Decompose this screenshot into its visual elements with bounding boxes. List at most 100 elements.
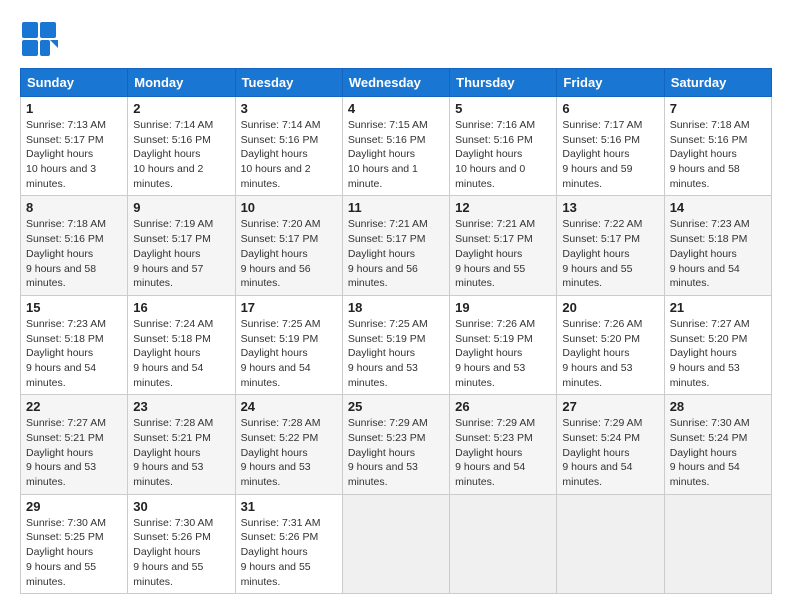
calendar-cell: 10Sunrise: 7:20 AMSunset: 5:17 PMDayligh… (235, 196, 342, 295)
calendar-cell (450, 494, 557, 593)
day-info: Sunrise: 7:17 AMSunset: 5:16 PMDaylight … (562, 118, 658, 191)
day-number: 17 (241, 300, 337, 315)
calendar-cell (664, 494, 771, 593)
calendar-week-row: 8 Sunrise: 7:18 AMSunset: 5:16 PMDaylight… (21, 196, 772, 295)
calendar-cell: 27 Sunrise: 7:29 AMSunset: 5:24 PMDayligh… (557, 395, 664, 494)
logo-icon (20, 20, 58, 58)
calendar-cell: 29Sunrise: 7:30 AMSunset: 5:25 PMDayligh… (21, 494, 128, 593)
day-number: 7 (670, 101, 766, 116)
day-info: Sunrise: 7:26 AMSunset: 5:19 PMDaylight … (455, 317, 551, 390)
calendar-cell: 18Sunrise: 7:25 AMSunset: 5:19 PMDayligh… (342, 295, 449, 394)
day-number: 13 (562, 200, 658, 215)
calendar-cell: 4 Sunrise: 7:15 AMSunset: 5:16 PMDaylight… (342, 97, 449, 196)
day-info: Sunrise: 7:28 AMSunset: 5:22 PMDaylight … (241, 416, 337, 489)
day-number: 2 (133, 101, 229, 116)
calendar-cell: 20 Sunrise: 7:26 AMSunset: 5:20 PMDayligh… (557, 295, 664, 394)
calendar-cell: 7 Sunrise: 7:18 AMSunset: 5:16 PMDaylight… (664, 97, 771, 196)
calendar-header-saturday: Saturday (664, 69, 771, 97)
day-info: Sunrise: 7:15 AMSunset: 5:16 PMDaylight … (348, 118, 444, 191)
calendar-cell: 28 Sunrise: 7:30 AMSunset: 5:24 PMDayligh… (664, 395, 771, 494)
logo (20, 20, 60, 58)
calendar-week-row: 1Sunrise: 7:13 AMSunset: 5:17 PMDaylight… (21, 97, 772, 196)
day-info: Sunrise: 7:18 AMSunset: 5:16 PMDaylight … (670, 118, 766, 191)
day-info: Sunrise: 7:29 AMSunset: 5:23 PMDaylight … (455, 416, 551, 489)
calendar-cell: 26Sunrise: 7:29 AMSunset: 5:23 PMDayligh… (450, 395, 557, 494)
calendar-cell: 23Sunrise: 7:28 AMSunset: 5:21 PMDayligh… (128, 395, 235, 494)
calendar-cell: 30 Sunrise: 7:30 AMSunset: 5:26 PMDayligh… (128, 494, 235, 593)
day-info: Sunrise: 7:14 AMSunset: 5:16 PMDaylight … (241, 118, 337, 191)
calendar-cell: 24Sunrise: 7:28 AMSunset: 5:22 PMDayligh… (235, 395, 342, 494)
calendar-cell: 9 Sunrise: 7:19 AMSunset: 5:17 PMDaylight… (128, 196, 235, 295)
day-number: 30 (133, 499, 229, 514)
day-number: 8 (26, 200, 122, 215)
calendar-cell (557, 494, 664, 593)
calendar-header-monday: Monday (128, 69, 235, 97)
calendar-header-row: SundayMondayTuesdayWednesdayThursdayFrid… (21, 69, 772, 97)
calendar-cell: 15 Sunrise: 7:23 AMSunset: 5:18 PMDayligh… (21, 295, 128, 394)
day-number: 9 (133, 200, 229, 215)
day-info: Sunrise: 7:21 AMSunset: 5:17 PMDaylight … (348, 217, 444, 290)
day-info: Sunrise: 7:22 AMSunset: 5:17 PMDaylight … (562, 217, 658, 290)
calendar-cell: 12Sunrise: 7:21 AMSunset: 5:17 PMDayligh… (450, 196, 557, 295)
day-info: Sunrise: 7:29 AMSunset: 5:23 PMDaylight … (348, 416, 444, 489)
day-info: Sunrise: 7:23 AMSunset: 5:18 PMDaylight … (670, 217, 766, 290)
day-info: Sunrise: 7:28 AMSunset: 5:21 PMDaylight … (133, 416, 229, 489)
calendar-cell: 13 Sunrise: 7:22 AMSunset: 5:17 PMDayligh… (557, 196, 664, 295)
calendar-header-friday: Friday (557, 69, 664, 97)
day-number: 4 (348, 101, 444, 116)
day-info: Sunrise: 7:30 AMSunset: 5:26 PMDaylight … (133, 516, 229, 589)
calendar-cell (342, 494, 449, 593)
day-number: 15 (26, 300, 122, 315)
day-info: Sunrise: 7:23 AMSunset: 5:18 PMDaylight … (26, 317, 122, 390)
day-number: 19 (455, 300, 551, 315)
day-info: Sunrise: 7:26 AMSunset: 5:20 PMDaylight … (562, 317, 658, 390)
calendar-week-row: 15 Sunrise: 7:23 AMSunset: 5:18 PMDayligh… (21, 295, 772, 394)
day-number: 16 (133, 300, 229, 315)
day-number: 1 (26, 101, 122, 116)
calendar-cell: 8 Sunrise: 7:18 AMSunset: 5:16 PMDaylight… (21, 196, 128, 295)
calendar-cell: 17 Sunrise: 7:25 AMSunset: 5:19 PMDayligh… (235, 295, 342, 394)
day-number: 6 (562, 101, 658, 116)
day-number: 28 (670, 399, 766, 414)
day-number: 18 (348, 300, 444, 315)
calendar-header-wednesday: Wednesday (342, 69, 449, 97)
day-number: 14 (670, 200, 766, 215)
day-number: 11 (348, 200, 444, 215)
day-number: 27 (562, 399, 658, 414)
day-number: 29 (26, 499, 122, 514)
calendar-header-tuesday: Tuesday (235, 69, 342, 97)
calendar-cell: 25 Sunrise: 7:29 AMSunset: 5:23 PMDayligh… (342, 395, 449, 494)
calendar-cell: 11 Sunrise: 7:21 AMSunset: 5:17 PMDayligh… (342, 196, 449, 295)
calendar-body: 1Sunrise: 7:13 AMSunset: 5:17 PMDaylight… (21, 97, 772, 594)
day-number: 25 (348, 399, 444, 414)
day-info: Sunrise: 7:25 AMSunset: 5:19 PMDaylight … (241, 317, 337, 390)
calendar-header-sunday: Sunday (21, 69, 128, 97)
day-info: Sunrise: 7:14 AMSunset: 5:16 PMDaylight … (133, 118, 229, 191)
day-number: 12 (455, 200, 551, 215)
day-info: Sunrise: 7:19 AMSunset: 5:17 PMDaylight … (133, 217, 229, 290)
day-number: 10 (241, 200, 337, 215)
day-number: 21 (670, 300, 766, 315)
page-header (20, 20, 772, 58)
day-info: Sunrise: 7:31 AMSunset: 5:26 PMDaylight … (241, 516, 337, 589)
calendar-cell: 3 Sunrise: 7:14 AMSunset: 5:16 PMDaylight… (235, 97, 342, 196)
day-info: Sunrise: 7:30 AMSunset: 5:24 PMDaylight … (670, 416, 766, 489)
day-info: Sunrise: 7:24 AMSunset: 5:18 PMDaylight … (133, 317, 229, 390)
day-info: Sunrise: 7:29 AMSunset: 5:24 PMDaylight … (562, 416, 658, 489)
calendar-header-thursday: Thursday (450, 69, 557, 97)
calendar-cell: 19 Sunrise: 7:26 AMSunset: 5:19 PMDayligh… (450, 295, 557, 394)
calendar-cell: 22 Sunrise: 7:27 AMSunset: 5:21 PMDayligh… (21, 395, 128, 494)
day-info: Sunrise: 7:27 AMSunset: 5:21 PMDaylight … (26, 416, 122, 489)
calendar-cell: 31 Sunrise: 7:31 AMSunset: 5:26 PMDayligh… (235, 494, 342, 593)
calendar-cell: 1Sunrise: 7:13 AMSunset: 5:17 PMDaylight… (21, 97, 128, 196)
day-number: 22 (26, 399, 122, 414)
day-number: 3 (241, 101, 337, 116)
calendar-table: SundayMondayTuesdayWednesdayThursdayFrid… (20, 68, 772, 594)
day-info: Sunrise: 7:18 AMSunset: 5:16 PMDaylight … (26, 217, 122, 290)
calendar-cell: 2 Sunrise: 7:14 AMSunset: 5:16 PMDaylight… (128, 97, 235, 196)
day-number: 20 (562, 300, 658, 315)
calendar-cell: 21Sunrise: 7:27 AMSunset: 5:20 PMDayligh… (664, 295, 771, 394)
day-info: Sunrise: 7:16 AMSunset: 5:16 PMDaylight … (455, 118, 551, 191)
calendar-cell: 14 Sunrise: 7:23 AMSunset: 5:18 PMDayligh… (664, 196, 771, 295)
day-number: 31 (241, 499, 337, 514)
